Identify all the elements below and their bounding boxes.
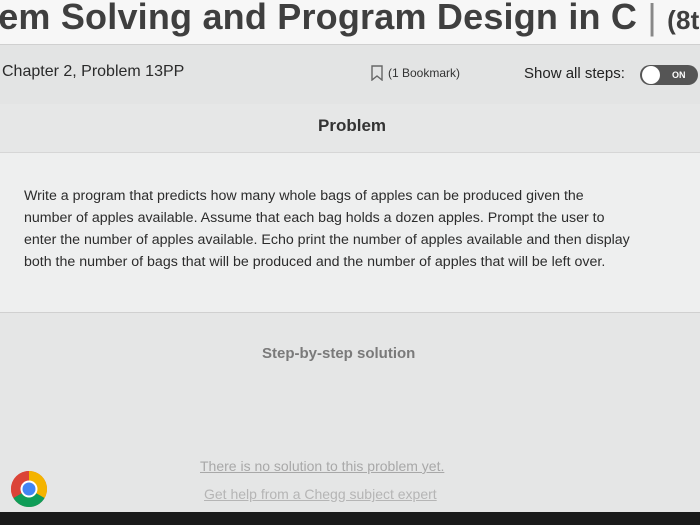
book-title-text: lem Solving and Program Design in C bbox=[0, 0, 638, 37]
bookmark-label: (1 Bookmark) bbox=[388, 66, 461, 80]
title-bar: lem Solving and Program Design in C | (8… bbox=[0, 0, 700, 44]
solution-area: Step-by-step solution There is no soluti… bbox=[0, 312, 700, 525]
title-divider: | bbox=[647, 0, 657, 37]
chapter-problem-label: Chapter 2, Problem 13PP bbox=[2, 63, 185, 80]
problem-line: both the number of bags that will be pro… bbox=[24, 254, 606, 270]
bookmark-icon bbox=[370, 65, 384, 82]
toggle-knob bbox=[642, 66, 660, 84]
problem-toolbar: Chapter 2, Problem 13PP (1 Bookmark) Sho… bbox=[0, 44, 700, 105]
problem-heading: Problem bbox=[318, 116, 387, 135]
toggle-state-label: ON bbox=[672, 70, 686, 80]
book-title: lem Solving and Program Design in C | (8… bbox=[0, 0, 700, 38]
problem-heading-bar: Problem bbox=[0, 104, 700, 152]
problem-text: Write a program that predicts how many w… bbox=[24, 185, 684, 273]
no-solution-link[interactable]: There is no solution to this problem yet… bbox=[200, 458, 444, 474]
step-by-step-heading: Step-by-step solution bbox=[262, 345, 416, 362]
show-steps-label: Show all steps: bbox=[524, 65, 625, 82]
get-help-link[interactable]: Get help from a Chegg subject expert bbox=[204, 486, 437, 502]
problem-line: enter the number of apples available. Ec… bbox=[24, 232, 630, 248]
chrome-icon[interactable] bbox=[10, 470, 48, 508]
book-edition: (8th bbox=[667, 5, 700, 35]
screen-bezel bbox=[0, 512, 700, 525]
bookmark-button[interactable]: (1 Bookmark) bbox=[370, 65, 461, 82]
problem-body: Write a program that predicts how many w… bbox=[0, 152, 700, 313]
problem-line: number of apples available. Assume that … bbox=[24, 210, 605, 226]
problem-line: Write a program that predicts how many w… bbox=[24, 188, 584, 204]
show-steps-toggle[interactable]: ON bbox=[640, 65, 698, 85]
